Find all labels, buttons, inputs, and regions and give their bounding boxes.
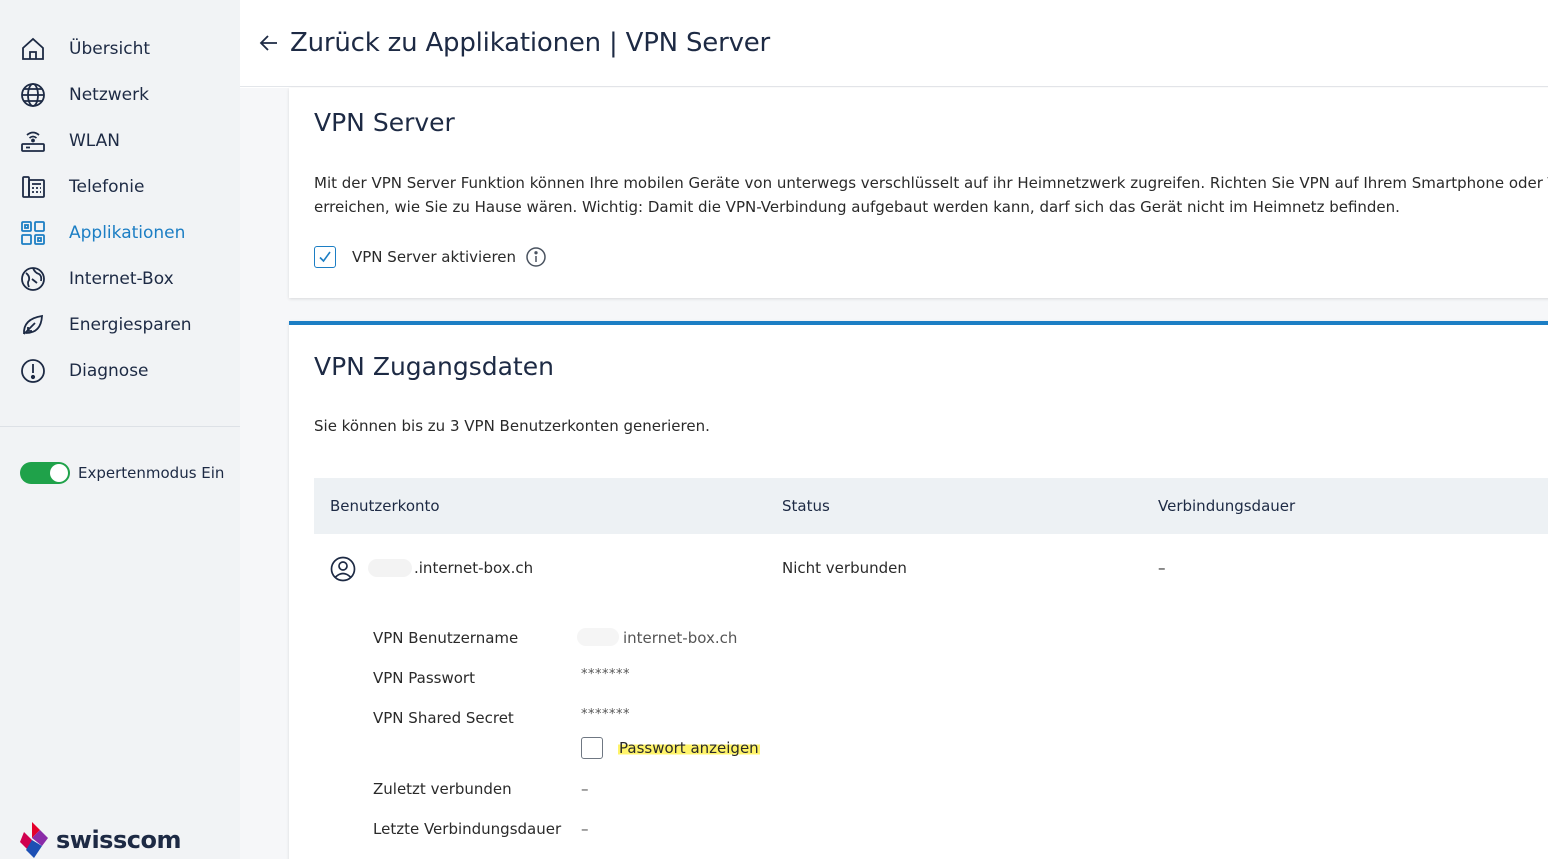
sidebar-item-label: WLAN <box>69 131 121 151</box>
swisscom-logo-icon <box>20 822 48 858</box>
sidebar-item-energiesparen[interactable]: Energiesparen <box>0 302 240 348</box>
info-icon[interactable] <box>525 246 547 268</box>
vpn-server-activate-row: VPN Server aktivieren <box>314 246 547 268</box>
page-header: Zurück zu Applikationen | VPN Server <box>240 0 1548 87</box>
expert-mode-label: Expertenmodus Ein <box>78 464 225 482</box>
page-title: Zurück zu Applikationen | VPN Server <box>290 28 771 58</box>
password-value: ******* <box>581 667 630 682</box>
shared-secret-value: ******* <box>581 707 630 722</box>
logo-wordmark: swisscom <box>56 826 181 854</box>
vpn-server-card: VPN Server Mit der VPN Server Funktion k… <box>289 88 1548 298</box>
table-header: Benutzerkonto Status Verbindungsdauer <box>314 478 1548 534</box>
user-avatar-icon <box>330 556 356 582</box>
sidebar-item-label: Telefonie <box>69 177 145 197</box>
sidebar-item-label: Netzwerk <box>69 85 149 105</box>
show-password-label[interactable]: Passwort anzeigen <box>618 739 760 757</box>
checkmark-icon <box>319 251 331 263</box>
apps-grid-icon <box>18 218 48 248</box>
sidebar-item-label: Applikationen <box>69 223 186 243</box>
sidebar-item-netzwerk[interactable]: Netzwerk <box>0 72 240 118</box>
description-line-1: Mit der VPN Server Funktion können Ihre … <box>314 174 1548 192</box>
leaf-icon <box>18 310 48 340</box>
password-label: VPN Passwort <box>373 669 475 687</box>
router-wifi-icon <box>18 126 48 156</box>
vpn-server-description: Mit der VPN Server Funktion können Ihre … <box>314 171 1548 219</box>
home-icon <box>18 34 48 64</box>
last-duration-label: Letzte Verbindungsdauer <box>373 820 562 838</box>
username-value: internet-box.ch <box>623 629 738 647</box>
sidebar-divider <box>0 426 240 427</box>
account-duration: – <box>1158 559 1166 577</box>
back-link[interactable]: Zurück zu Applikationen | VPN Server <box>258 28 770 58</box>
sidebar-item-label: Internet-Box <box>69 269 174 289</box>
expert-mode: Expertenmodus Ein <box>20 462 224 484</box>
main-content: VPN Server Mit der VPN Server Funktion k… <box>240 88 1548 859</box>
last-duration-value: – <box>581 820 589 838</box>
sidebar-item-telefonie[interactable]: Telefonie <box>0 164 240 210</box>
shared-secret-label: VPN Shared Secret <box>373 709 514 727</box>
sidebar-item-label: Übersicht <box>69 39 151 59</box>
phone-icon <box>18 172 48 202</box>
expert-mode-toggle[interactable] <box>20 462 70 484</box>
column-header-status: Status <box>782 497 830 515</box>
sidebar-item-wlan[interactable]: WLAN <box>0 118 240 164</box>
redacted-username-detail <box>577 628 619 646</box>
show-password-checkbox[interactable] <box>581 737 603 759</box>
sidebar: Übersicht Netzwerk WLAN Telefonie Applik… <box>0 0 240 859</box>
toggle-knob <box>50 464 68 482</box>
internet-box-icon <box>18 264 48 294</box>
column-header-account: Benutzerkonto <box>330 497 440 515</box>
vpn-server-activate-checkbox[interactable] <box>314 246 336 268</box>
swisscom-logo: swisscom <box>18 820 181 859</box>
alert-icon <box>18 356 48 386</box>
arrow-left-icon <box>259 35 277 51</box>
account-status: Nicht verbunden <box>782 559 907 577</box>
sidebar-item-label: Energiesparen <box>69 315 192 335</box>
vpn-credentials-title: VPN Zugangsdaten <box>314 352 554 381</box>
globe-icon <box>18 80 48 110</box>
vpn-server-title: VPN Server <box>314 108 455 137</box>
vpn-credentials-card: VPN Zugangsdaten Sie können bis zu 3 VPN… <box>289 321 1548 859</box>
vpn-server-activate-label: VPN Server aktivieren <box>352 248 517 266</box>
column-header-duration: Verbindungsdauer <box>1158 497 1296 515</box>
description-line-2: erreichen, wie Sie zu Hause wären. Wicht… <box>314 198 1400 216</box>
last-connected-label: Zuletzt verbunden <box>373 780 512 798</box>
sidebar-item-internet-box[interactable]: Internet-Box <box>0 256 240 302</box>
username-label: VPN Benutzername <box>373 629 519 647</box>
table-row[interactable]: .internet-box.ch Nicht verbunden – <box>314 534 1548 602</box>
show-password-row: Passwort anzeigen <box>581 737 760 759</box>
redacted-username <box>368 559 412 577</box>
sidebar-item-diagnose[interactable]: Diagnose <box>0 348 240 394</box>
sidebar-item-applikationen[interactable]: Applikationen <box>0 210 240 256</box>
account-name: .internet-box.ch <box>414 559 534 577</box>
last-connected-value: – <box>581 780 589 798</box>
vpn-credentials-subtitle: Sie können bis zu 3 VPN Benutzerkonten g… <box>314 417 710 435</box>
sidebar-item-uebersicht[interactable]: Übersicht <box>0 26 240 72</box>
sidebar-item-label: Diagnose <box>69 361 149 381</box>
